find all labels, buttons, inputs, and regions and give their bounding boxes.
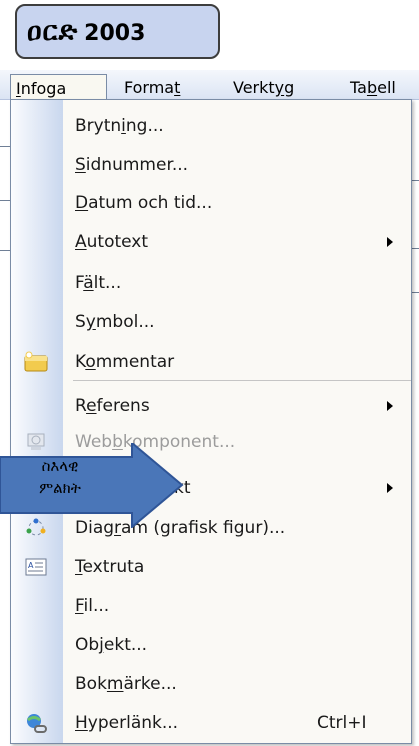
menu-item-sidnummer[interactable]: Sidnummer...	[11, 145, 411, 185]
menu-item-symbol[interactable]: Symbol...	[11, 302, 411, 342]
menu-item-label: Referens	[75, 396, 150, 416]
submenu-arrow-icon	[387, 237, 393, 247]
comment-icon	[24, 351, 48, 372]
menu-item-textruta[interactable]: A Textruta	[11, 547, 411, 587]
menu-item-objekt[interactable]: Objekt...	[11, 625, 411, 665]
menu-item-label: Brytning...	[75, 116, 164, 136]
menu-item-label: Bokmärke...	[75, 674, 177, 694]
menu-infoga[interactable]: Infoga	[10, 74, 107, 101]
menu-item-label: Objekt...	[75, 635, 148, 655]
document-edge	[0, 200, 10, 201]
document-edge	[412, 292, 419, 293]
menu-item-label: Hyperlänk...	[75, 713, 179, 733]
submenu-arrow-icon	[387, 483, 393, 493]
document-edge	[412, 180, 419, 181]
menu-item-datum-och-tid[interactable]: Datum och tid...	[11, 183, 411, 223]
title-badge: ዐርድ 2003	[15, 4, 220, 59]
menu-item-label: Fil...	[75, 596, 110, 616]
callout-label: ስእላዊ ምልክት	[10, 455, 110, 499]
menu-item-brytning[interactable]: Brytning...	[11, 106, 411, 146]
menu-item-kommentar[interactable]: Kommentar	[11, 342, 411, 382]
menu-item-label: Textruta	[75, 557, 145, 577]
callout-line-2: ምልክት	[39, 479, 81, 497]
menu-item-referens[interactable]: Referens	[11, 386, 411, 426]
menu-item-label: Kommentar	[75, 352, 175, 372]
menu-tabell[interactable]: Ta b ell	[345, 74, 401, 100]
menu-item-autotext[interactable]: Autotext	[11, 222, 411, 262]
insert-dropdown-menu: Brytning... Sidnummer... Datum och tid..…	[10, 99, 412, 744]
menu-separator	[73, 380, 411, 381]
menu-bar: Infoga Forma t Verkt y g Ta b ell	[0, 70, 419, 101]
submenu-arrow-icon	[387, 401, 393, 411]
menu-item-hyperlank[interactable]: Hyperlänk... Ctrl+I	[11, 703, 411, 743]
svg-text:A: A	[28, 561, 34, 570]
title-script: ዐርድ	[27, 15, 79, 47]
menu-item-falt[interactable]: Fält...	[11, 263, 411, 303]
callout-line-1: ስእላዊ	[41, 457, 79, 475]
menu-item-label: Fält...	[75, 273, 122, 293]
shortcut-label: Ctrl+I	[317, 713, 367, 733]
menu-item-bokmarke[interactable]: Bokmärke...	[11, 664, 411, 704]
document-edge	[0, 146, 10, 147]
document-edge	[0, 250, 10, 251]
textbox-icon: A	[25, 558, 47, 576]
menu-item-fil[interactable]: Fil...	[11, 586, 411, 626]
title-version: 2003	[84, 21, 146, 46]
document-edge	[412, 248, 419, 249]
menu-item-label: Sidnummer...	[75, 155, 189, 175]
hyperlink-icon	[27, 714, 47, 733]
menu-verktyg[interactable]: Verkt y g	[228, 74, 299, 100]
menu-item-label: Symbol...	[75, 312, 155, 332]
menu-item-label: Datum och tid...	[75, 193, 213, 213]
menu-format[interactable]: Forma t	[119, 74, 185, 100]
menu-item-label: Autotext	[75, 232, 149, 252]
